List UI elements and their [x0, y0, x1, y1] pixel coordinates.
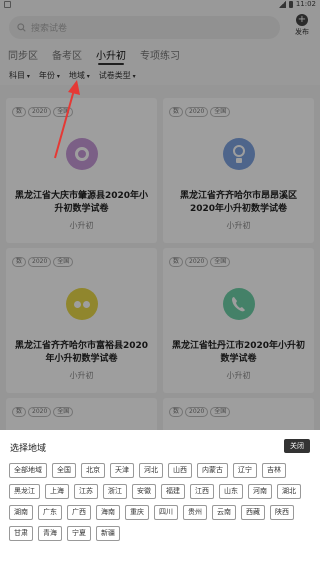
region-option[interactable]: 四川: [154, 505, 178, 520]
region-option[interactable]: 辽宁: [233, 463, 257, 478]
region-option[interactable]: 北京: [81, 463, 105, 478]
region-option[interactable]: 吉林: [262, 463, 286, 478]
region-option[interactable]: 山东: [219, 484, 243, 499]
region-option[interactable]: 浙江: [103, 484, 127, 499]
region-option[interactable]: 河北: [139, 463, 163, 478]
region-option[interactable]: 海南: [96, 505, 120, 520]
region-option[interactable]: 陕西: [270, 505, 294, 520]
region-option[interactable]: 湖南: [9, 505, 33, 520]
region-option[interactable]: 天津: [110, 463, 134, 478]
region-picker-sheet: 选择地域 关闭 全部地域 全国 北京 天津 河北 山西 内蒙古 辽宁 吉林 黑龙…: [0, 430, 320, 569]
region-option[interactable]: 湖北: [277, 484, 301, 499]
sheet-title: 选择地域: [10, 444, 47, 454]
region-option[interactable]: 云南: [212, 505, 236, 520]
region-option[interactable]: 黑龙江: [9, 484, 40, 499]
modal-backdrop[interactable]: [0, 0, 320, 430]
close-button[interactable]: 关闭: [284, 439, 310, 453]
region-option[interactable]: 广东: [38, 505, 62, 520]
region-options: 全部地域 全国 北京 天津 河北 山西 内蒙古 辽宁 吉林 黑龙江 上海 江苏 …: [9, 463, 314, 541]
region-option[interactable]: 内蒙古: [197, 463, 228, 478]
region-option[interactable]: 新疆: [96, 526, 120, 541]
region-option[interactable]: 青海: [38, 526, 62, 541]
region-option[interactable]: 江西: [190, 484, 214, 499]
region-option[interactable]: 江苏: [74, 484, 98, 499]
region-option[interactable]: 全部地域: [9, 463, 47, 478]
region-option[interactable]: 上海: [45, 484, 69, 499]
region-option[interactable]: 西藏: [241, 505, 265, 520]
region-option[interactable]: 甘肃: [9, 526, 33, 541]
region-option[interactable]: 宁夏: [67, 526, 91, 541]
region-option[interactable]: 福建: [161, 484, 185, 499]
region-option[interactable]: 山西: [168, 463, 192, 478]
region-option[interactable]: 重庆: [125, 505, 149, 520]
region-option[interactable]: 广西: [67, 505, 91, 520]
region-option[interactable]: 安徽: [132, 484, 156, 499]
region-option[interactable]: 河南: [248, 484, 272, 499]
region-option[interactable]: 贵州: [183, 505, 207, 520]
region-option[interactable]: 全国: [52, 463, 76, 478]
